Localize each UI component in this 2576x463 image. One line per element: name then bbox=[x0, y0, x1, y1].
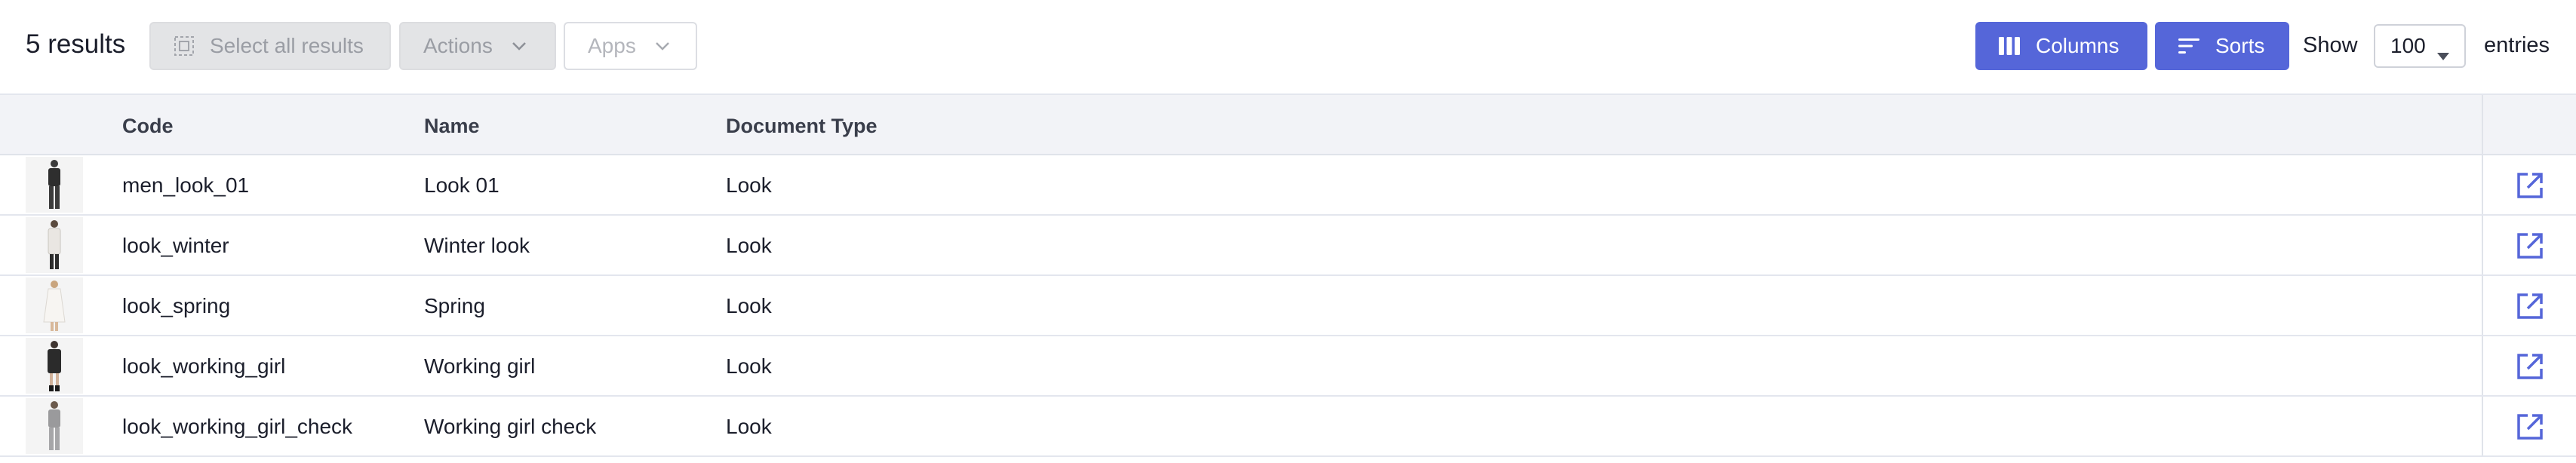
cell-code: look_working_girl_check bbox=[122, 415, 353, 438]
results-table: Code Name Document Type men_look_01 Look… bbox=[0, 95, 2576, 457]
select-all-results-button[interactable]: Select all results bbox=[149, 22, 391, 70]
select-all-icon bbox=[174, 35, 195, 57]
entries-per-page-value: 100 bbox=[2390, 34, 2426, 57]
cell-name: Working girl check bbox=[424, 415, 597, 438]
column-divider bbox=[2482, 276, 2483, 335]
apps-dropdown[interactable]: Apps bbox=[564, 22, 697, 70]
table-row[interactable]: look_spring Spring Look bbox=[0, 276, 2576, 336]
columns-button[interactable]: Columns bbox=[1975, 22, 2147, 70]
look-thumbnail bbox=[26, 217, 83, 273]
look-thumbnail bbox=[26, 277, 83, 333]
cell-name: Look 01 bbox=[424, 173, 500, 197]
open-external-icon[interactable] bbox=[2516, 232, 2544, 260]
cell-document-type: Look bbox=[726, 234, 772, 257]
look-thumbnail bbox=[26, 157, 83, 213]
cell-name: Winter look bbox=[424, 234, 530, 257]
cell-document-type: Look bbox=[726, 415, 772, 438]
column-divider bbox=[2482, 95, 2483, 154]
cell-name: Working girl bbox=[424, 354, 536, 378]
select-all-results-label: Select all results bbox=[210, 34, 364, 57]
column-header-document-type[interactable]: Document Type bbox=[726, 115, 878, 138]
sorts-label: Sorts bbox=[2215, 34, 2265, 57]
table-row[interactable]: look_working_girl_check Working girl che… bbox=[0, 397, 2576, 457]
entries-label: entries bbox=[2484, 33, 2550, 57]
apps-label: Apps bbox=[588, 34, 636, 57]
column-header-name[interactable]: Name bbox=[424, 115, 480, 138]
table-row[interactable]: look_winter Winter look Look bbox=[0, 216, 2576, 276]
columns-label: Columns bbox=[2036, 34, 2120, 57]
column-divider bbox=[2482, 155, 2483, 214]
cell-code: look_working_girl bbox=[122, 354, 286, 378]
chevron-down-icon bbox=[654, 41, 671, 51]
open-external-icon[interactable] bbox=[2516, 171, 2544, 200]
caret-down-icon bbox=[2436, 42, 2451, 66]
sort-lines-icon bbox=[2178, 37, 2200, 55]
look-thumbnail bbox=[26, 338, 83, 394]
cell-document-type: Look bbox=[726, 173, 772, 197]
cell-name: Spring bbox=[424, 294, 485, 317]
open-external-icon[interactable] bbox=[2516, 292, 2544, 320]
show-label: Show bbox=[2303, 33, 2358, 57]
column-divider bbox=[2482, 216, 2483, 274]
cell-code: look_spring bbox=[122, 294, 231, 317]
results-count: 5 results bbox=[26, 29, 126, 59]
open-external-icon[interactable] bbox=[2516, 412, 2544, 441]
actions-label: Actions bbox=[423, 34, 493, 57]
table-row[interactable]: look_working_girl Working girl Look bbox=[0, 336, 2576, 397]
cell-document-type: Look bbox=[726, 294, 772, 317]
cell-code: men_look_01 bbox=[122, 173, 250, 197]
chevron-down-icon bbox=[511, 41, 527, 51]
column-divider bbox=[2482, 397, 2483, 455]
table-header: Code Name Document Type bbox=[0, 95, 2576, 155]
columns-icon bbox=[1998, 36, 2021, 56]
entries-per-page-select[interactable]: 100 bbox=[2374, 24, 2466, 68]
table-row[interactable]: men_look_01 Look 01 Look bbox=[0, 155, 2576, 216]
results-toolbar: 5 results Select all results Actions App… bbox=[0, 0, 2576, 95]
actions-dropdown[interactable]: Actions bbox=[399, 22, 556, 70]
sorts-button[interactable]: Sorts bbox=[2155, 22, 2289, 70]
open-external-icon[interactable] bbox=[2516, 352, 2544, 381]
look-thumbnail bbox=[26, 398, 83, 454]
cell-document-type: Look bbox=[726, 354, 772, 378]
column-divider bbox=[2482, 336, 2483, 395]
column-header-code[interactable]: Code bbox=[122, 115, 174, 138]
cell-code: look_winter bbox=[122, 234, 229, 257]
